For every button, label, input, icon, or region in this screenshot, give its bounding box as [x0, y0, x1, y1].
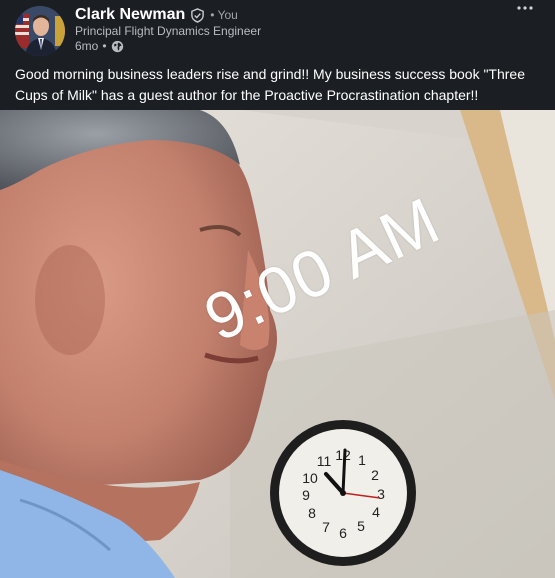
post-time: 6mo: [75, 39, 99, 53]
connection-degree: • You: [210, 8, 238, 22]
wall-clock: 12 1 2 3 4 5 6 7 8 9 10 11: [270, 420, 416, 566]
post-image[interactable]: 12 1 2 3 4 5 6 7 8 9 10 11 9:00 AM: [0, 110, 555, 578]
clock-number: 3: [377, 486, 385, 502]
post-meta: 6mo •: [75, 39, 124, 53]
clock-number: 10: [302, 470, 318, 486]
photo: 12 1 2 3 4 5 6 7 8 9 10 11: [0, 110, 555, 578]
clock-number: 5: [357, 518, 365, 534]
more-horizontal-icon[interactable]: [515, 4, 535, 16]
author-name[interactable]: Clark Newman: [75, 6, 185, 24]
clock-number: 9: [302, 487, 310, 503]
clock-number: 4: [372, 504, 380, 520]
post-text: Good morning business leaders rise and g…: [15, 66, 526, 103]
verified-shield-icon: [190, 7, 205, 23]
clock-number: 8: [308, 505, 316, 521]
avatar-image: [15, 6, 65, 56]
clock-number: 6: [339, 525, 347, 541]
clock-number: 7: [322, 519, 330, 535]
clock-number: 2: [371, 467, 379, 483]
globe-icon: [111, 40, 124, 53]
author-name-row: Clark Newman • You: [75, 5, 238, 25]
meta-separator: •: [102, 39, 107, 53]
clock-number: 11: [317, 453, 332, 469]
feed-post: Clark Newman • You Principal Flight Dyna…: [0, 0, 555, 578]
clock-number: 1: [358, 452, 366, 468]
author-avatar[interactable]: [15, 6, 65, 56]
author-headline: Principal Flight Dynamics Engineer: [75, 24, 262, 38]
post-header: Clark Newman • You Principal Flight Dyna…: [0, 0, 555, 60]
